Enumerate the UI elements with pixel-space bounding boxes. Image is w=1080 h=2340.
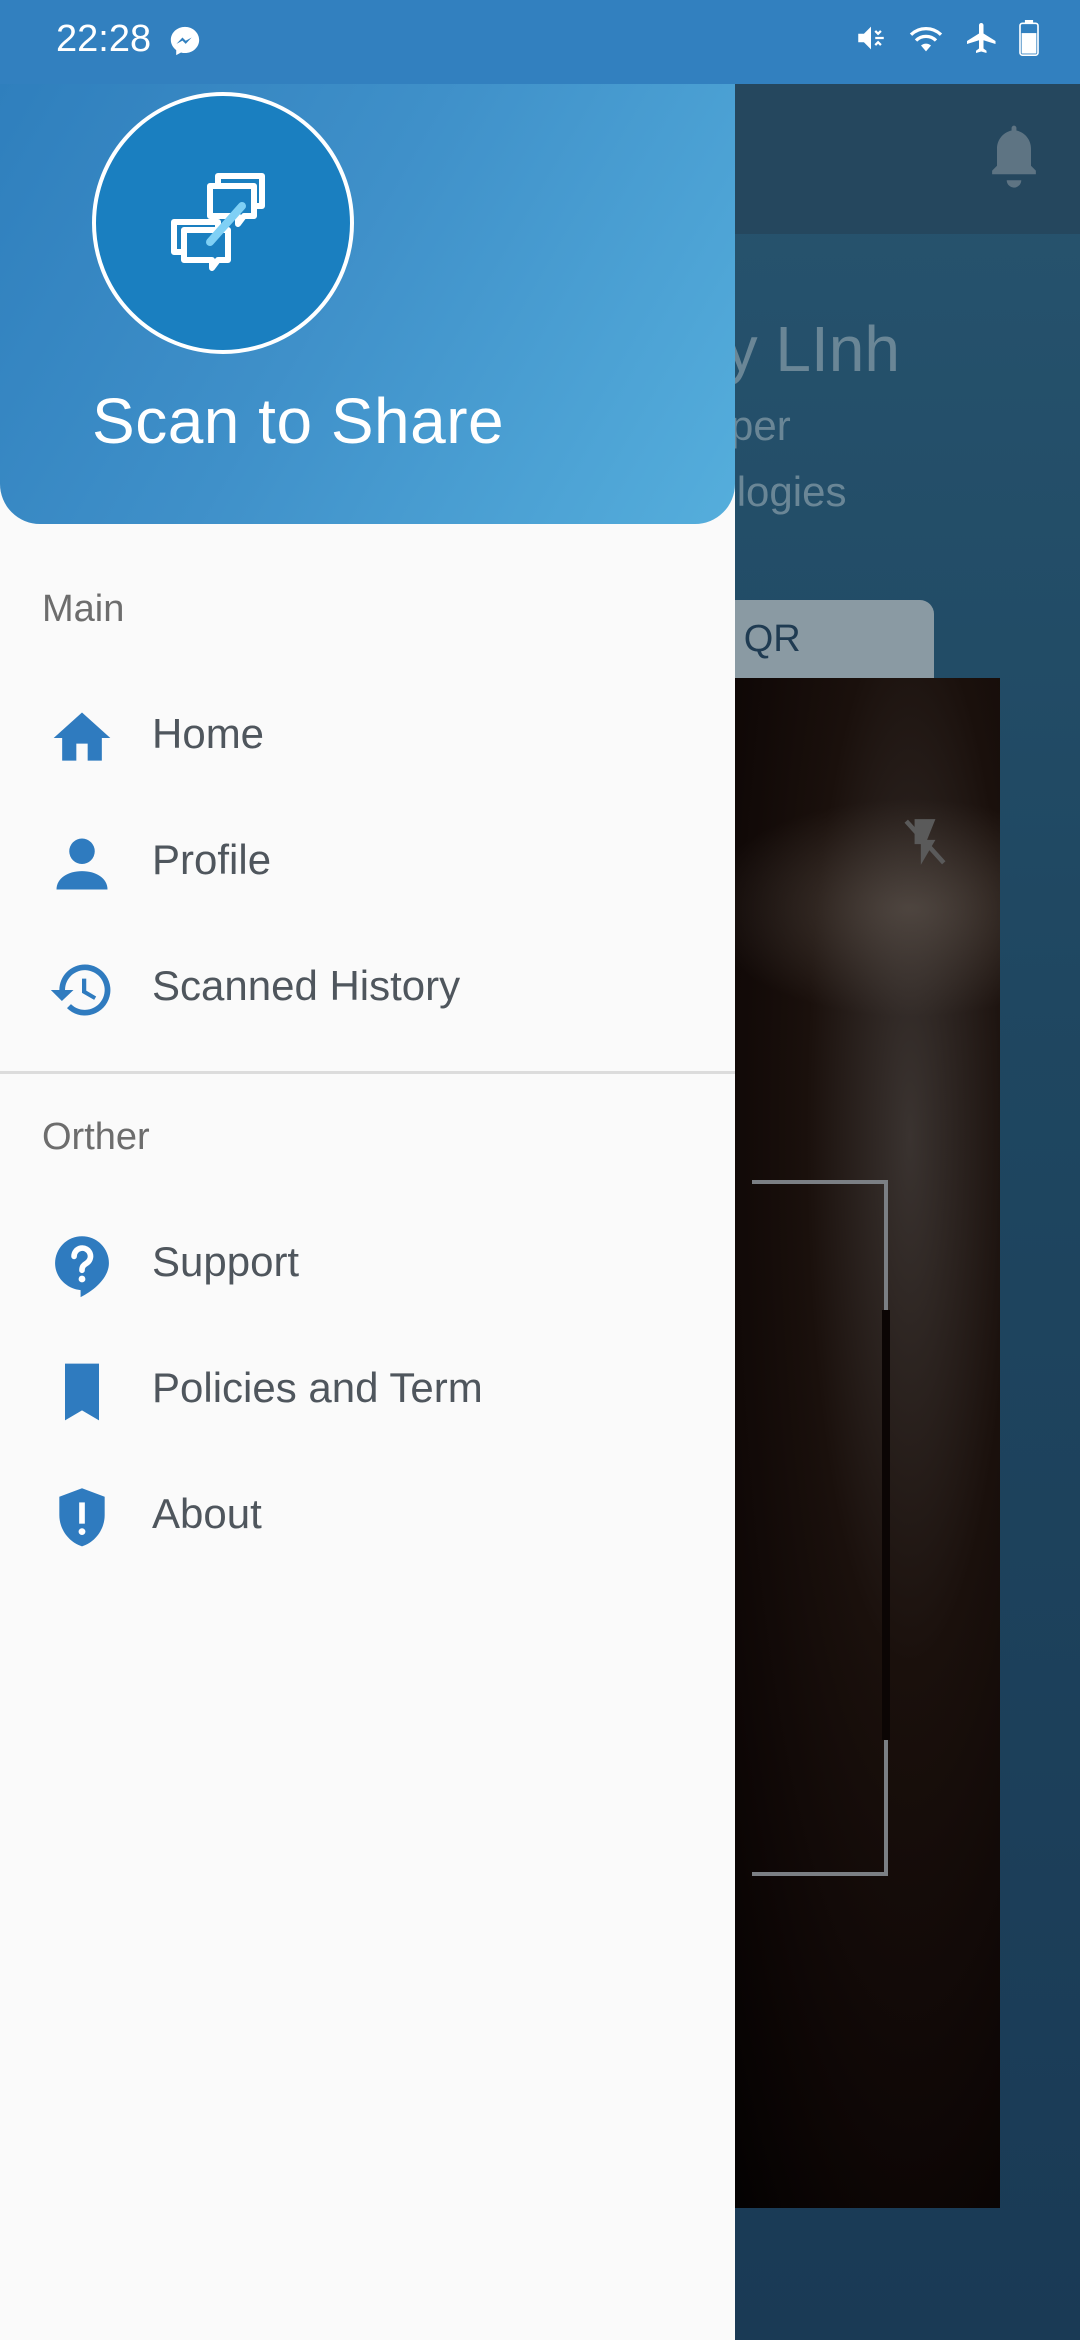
- scan-frame: [752, 1180, 890, 1876]
- menu-item-scanned-history[interactable]: Scanned History: [0, 932, 735, 1042]
- status-bar: 22:28: [0, 0, 1080, 84]
- bell-icon: [992, 125, 1036, 188]
- person-icon: [56, 838, 108, 890]
- section-label-main: Main: [42, 588, 125, 630]
- menu-item-label: Scanned History: [152, 962, 461, 1009]
- flash-off-icon: [904, 819, 946, 865]
- messenger-icon: [170, 26, 200, 56]
- menu-item-about[interactable]: About: [0, 1460, 735, 1570]
- battery-icon: [1019, 20, 1039, 56]
- menu-item-label: About: [152, 1490, 262, 1537]
- drawer-header: Scan to Share: [0, 84, 735, 524]
- profile-role: per: [730, 402, 791, 449]
- menu-item-label: Profile: [152, 836, 272, 883]
- menu-item-label: Policies and Term: [152, 1364, 483, 1411]
- airplane-icon: [967, 23, 996, 53]
- history-icon: [50, 964, 111, 1016]
- mute-vibrate-icon: [858, 26, 884, 50]
- menu-item-home[interactable]: Home: [0, 680, 735, 790]
- section-divider: [0, 1071, 735, 1074]
- wifi-icon: [909, 27, 943, 52]
- shield-alert-icon: [59, 1488, 105, 1547]
- menu-item-label: Home: [152, 710, 265, 757]
- home-icon: [53, 712, 111, 761]
- app-logo: [92, 92, 354, 354]
- menu-item-support[interactable]: Support: [0, 1208, 735, 1318]
- chat-share-icon: [171, 173, 265, 271]
- status-time: 22:28: [56, 18, 152, 60]
- bookmark-icon: [65, 1363, 99, 1421]
- menu-item-label: Support: [152, 1238, 300, 1285]
- navigation-drawer: Scan to Share Main Home Profile Scanned …: [0, 0, 735, 2340]
- menu-item-profile[interactable]: Profile: [0, 806, 735, 916]
- menu-item-policies[interactable]: Policies and Term: [0, 1334, 735, 1444]
- app-title: Scan to Share: [92, 385, 505, 457]
- help-icon: [55, 1236, 109, 1298]
- scan-qr-tab: n QR: [700, 600, 934, 688]
- section-label-other: Orther: [42, 1116, 150, 1158]
